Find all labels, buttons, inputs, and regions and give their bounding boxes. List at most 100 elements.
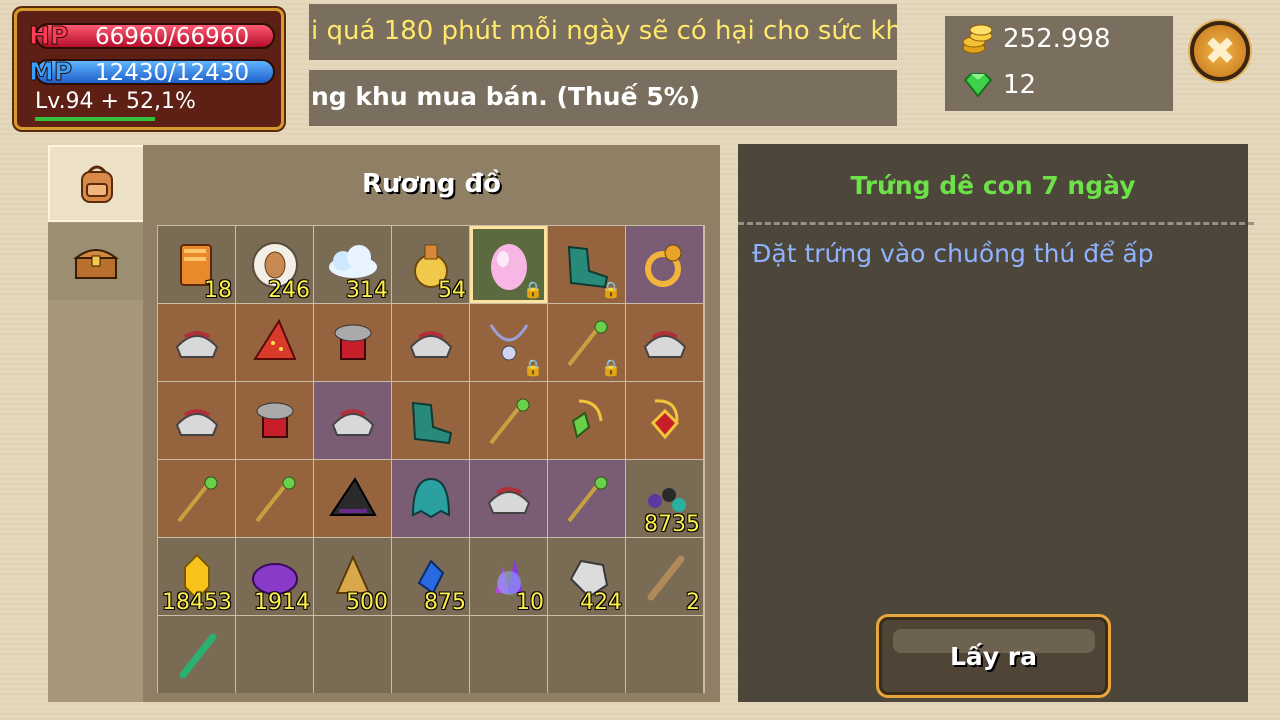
inventory-slot[interactable]: 8735 [626,460,703,537]
inventory-slot[interactable] [236,382,313,459]
item-count: 875 [424,590,466,615]
inventory-slot[interactable] [470,616,547,693]
staff-icon [254,476,295,522]
divider [738,222,1254,225]
inventory-slot[interactable]: 🔒 [548,226,625,303]
gold-row: 252.998 [961,24,1111,54]
inventory-slot[interactable] [314,382,391,459]
item-count: 424 [580,590,622,615]
take-out-label: Lấy ra [950,642,1037,671]
inventory-grid: 18 246 314 54 🔒 🔒 🔒 🔒 8735 18453 1914 500 875 10 424 2 [157,225,705,693]
helmet-icon [256,402,293,438]
inventory-slot-selected[interactable]: 🔒 [470,226,547,303]
inventory-slot[interactable]: 2 [626,538,703,615]
inventory-slot[interactable]: 424 [548,538,625,615]
mp-value: 12430/12430 [95,60,250,86]
armor-icon [487,486,530,514]
inventory-slot[interactable] [314,616,391,693]
inventory-slot[interactable]: 246 [236,226,313,303]
inventory-slot[interactable]: 18 [158,226,235,303]
inventory-slot[interactable] [548,460,625,537]
inventory-slot[interactable] [626,382,703,459]
lock-icon: 🔒 [523,280,543,299]
close-button[interactable]: ✖ [1190,21,1250,81]
inventory-slot[interactable]: 54 [392,226,469,303]
inventory-title: Rương đồ [361,169,502,199]
hp-label: HP [28,21,69,51]
inventory-slot[interactable] [548,382,625,459]
item-count: 8735 [644,512,700,537]
item-count: 54 [438,278,466,303]
inventory-slot[interactable] [314,460,391,537]
tab-backpack[interactable] [48,145,143,222]
armor-icon [175,408,218,436]
staff-icon [176,476,217,522]
inventory-slot[interactable]: 314 [314,226,391,303]
helmet-icon [334,324,371,360]
inventory-slot[interactable] [236,304,313,381]
tab-chest[interactable] [48,223,143,300]
green-stick-icon [179,633,216,678]
mask-icon [411,477,450,518]
take-out-button[interactable]: Lấy ra [876,614,1111,698]
inventory-slot[interactable] [392,382,469,459]
staff-icon [488,398,529,444]
ring-icon [644,244,681,287]
inventory-slot[interactable] [470,460,547,537]
inventory-slot[interactable]: 10 [470,538,547,615]
inventory-slot[interactable] [158,616,235,693]
armor-icon [643,330,686,358]
armor-icon [409,330,452,358]
item-count: 314 [346,278,388,303]
hp-bar: HP 66960/66960 [28,21,275,51]
notice-line-1: i quá 180 phút mỗi ngày sẽ có hại cho sứ… [309,4,897,60]
item-description: Đặt trứng vào chuồng thú để ấp [752,239,1154,268]
item-count: 10 [516,590,544,615]
inventory-slot[interactable]: 🔒 [548,304,625,381]
inventory-tabs [48,145,143,301]
inventory-slot[interactable] [158,382,235,459]
lock-icon: 🔒 [523,358,543,377]
item-count: 2 [686,590,700,615]
backpack-icon [80,165,113,203]
player-stats-panel[interactable]: HP 66960/66960 MP 12430/12430 Lv.94 + 52… [14,8,284,130]
green-amulet-icon [571,399,602,439]
inventory-slot[interactable]: 18453 [158,538,235,615]
notice-line-2: ng khu mua bán. (Thuế 5%) [309,70,897,126]
inventory-slot[interactable]: 875 [392,538,469,615]
inventory-slot[interactable] [626,226,703,303]
currency-panel: 252.998 12 [945,16,1173,111]
lock-icon: 🔒 [601,358,621,377]
item-count: 1914 [254,590,310,615]
inventory-slot[interactable] [158,460,235,537]
inventory-slot[interactable] [392,616,469,693]
item-count: 18453 [162,590,232,615]
gem-row: 12 [961,70,1036,100]
inventory-slot[interactable] [626,304,703,381]
gold-amount: 252.998 [1003,24,1111,54]
inventory-slot[interactable] [392,304,469,381]
item-count: 500 [346,590,388,615]
inventory-slot[interactable] [236,460,313,537]
armor-icon [175,330,218,358]
lock-icon: 🔒 [601,280,621,299]
boots-icon [411,401,452,444]
inventory-slot[interactable] [314,304,391,381]
inventory-slot[interactable] [236,616,313,693]
inventory-slot[interactable] [392,460,469,537]
close-icon: ✖ [1204,29,1236,73]
inventory-slot[interactable] [470,382,547,459]
inventory-slot[interactable]: 🔒 [470,304,547,381]
item-name: Trứng dê con 7 ngày [850,171,1136,200]
inventory-area: Rương đồ 18 246 314 54 🔒 🔒 🔒 🔒 8735 18453 1914 500 8… [143,145,720,702]
inventory-slot[interactable] [158,304,235,381]
treasure-chest-icon [72,248,119,279]
inventory-slot[interactable]: 500 [314,538,391,615]
item-detail-panel: Trứng dê con 7 ngày Đặt trứng vào chuồng… [738,144,1254,702]
exp-bar [35,117,155,121]
inventory-slot[interactable]: 1914 [236,538,313,615]
inventory-slot[interactable] [548,616,625,693]
inventory-slot[interactable] [626,616,703,693]
wizard-hat-icon [252,318,297,360]
item-count: 18 [204,278,232,303]
